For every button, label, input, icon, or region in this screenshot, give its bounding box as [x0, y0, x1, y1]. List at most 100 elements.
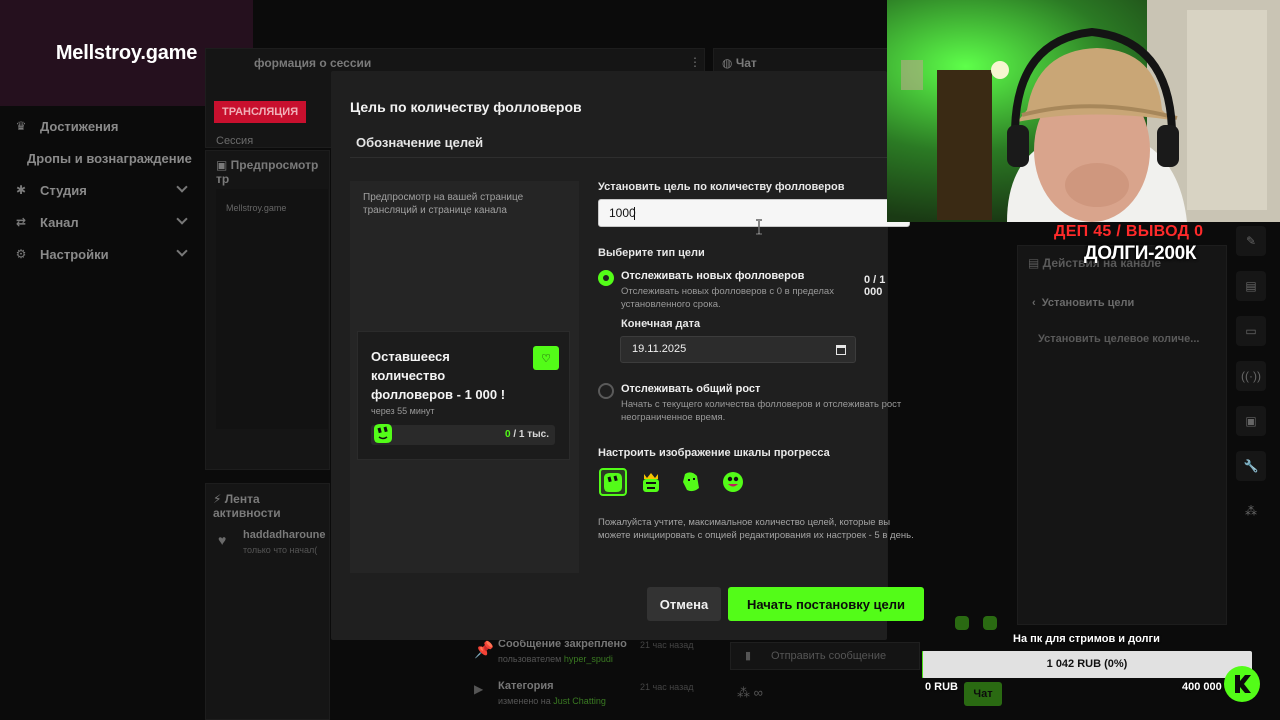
category-title: Категория: [498, 680, 554, 692]
stream-preview: Mellstroy.game: [216, 189, 328, 429]
debts-counter: ДОЛГИ-200К: [1084, 243, 1197, 264]
chat-input[interactable]: ▮ Отправить сообщение: [730, 642, 920, 670]
end-date-value: 19.11.2025: [632, 343, 687, 355]
broadcast-icon[interactable]: ((·)): [1236, 361, 1266, 391]
activity-subtext: только что начал(: [243, 545, 318, 555]
gear-icon: ⚙: [15, 247, 27, 261]
goal-preview: Предпросмотр на вашей странице трансляци…: [350, 181, 579, 573]
set-target-action[interactable]: Установить целевое количе...: [1038, 333, 1199, 345]
chevron-down-icon: [176, 213, 188, 225]
sidebar-item-studio[interactable]: ✱ Студия: [0, 174, 200, 206]
goal-card-count: 0 / 1 тыс.: [504, 429, 549, 440]
radio-track-total[interactable]: [598, 383, 614, 399]
donation-current: 1 042 RUB (0%): [1046, 658, 1128, 670]
mascot-icon: [374, 424, 392, 443]
option-total-desc: Начать с текущего количества фолловеров …: [621, 399, 902, 423]
chat-panel-title: ◍ Чат: [722, 56, 757, 70]
emote-icon[interactable]: ⁂ ∞: [737, 685, 763, 701]
webcam-overlay: [887, 0, 1280, 222]
activity-panel: ⚡ Лента активности ♥ haddadharoune тольк…: [205, 483, 330, 720]
sidebar-item-label: Достижения: [40, 118, 119, 134]
option-total-label[interactable]: Отслеживать общий рост: [621, 383, 760, 395]
webcam-image: [887, 0, 1280, 222]
tongue-mascot-icon: [723, 472, 743, 492]
studio-icon: ✱: [15, 183, 27, 197]
divider: [350, 157, 887, 158]
follower-goal-modal: Цель по количеству фолловеров Обозначени…: [331, 71, 924, 640]
sidebar-item-settings[interactable]: ⚙ Настройки: [0, 238, 200, 270]
goal-card-time: через 55 минут: [371, 406, 435, 416]
follower-ratio: 0 / 1 000: [864, 274, 886, 298]
chat-icon[interactable]: ▭: [1236, 316, 1266, 346]
live-badge: ТРАНСЛЯЦИЯ: [214, 101, 307, 123]
mic-icon: ▮: [745, 650, 752, 662]
activity-username: haddadharoune: [243, 529, 326, 541]
skin-option-1[interactable]: [599, 468, 627, 496]
skin-option-3[interactable]: [677, 468, 705, 496]
edit-icon[interactable]: ✎: [1236, 226, 1266, 256]
camera-icon[interactable]: ▣: [1236, 406, 1266, 436]
deposit-withdraw-counter: ДЕП 45 / ВЫВОД 0: [1054, 223, 1204, 240]
more-icon[interactable]: ⋮: [689, 55, 701, 69]
target-label: Установить цель по количеству фолловеров: [598, 181, 845, 193]
chat-input-placeholder: Отправить сообщение: [771, 650, 887, 662]
emote-shortcut-icon[interactable]: [955, 616, 969, 630]
category-changed: изменено на Just Chatting: [498, 696, 606, 706]
goal-limit-note: Пожалуйста учтите, максимальное количест…: [598, 517, 914, 541]
chevron-down-icon: [176, 181, 188, 193]
sidebar-item-label: Студия: [40, 182, 87, 198]
sidebar-item-achievements[interactable]: ♛ Достижения: [0, 110, 200, 142]
option-new-label[interactable]: Отслеживать новых фолловеров: [621, 270, 804, 282]
mascot-icon: [604, 473, 622, 492]
wrench-icon[interactable]: 🔧: [1236, 451, 1266, 481]
channel-actions-panel: ▤ Действия на канале ‹ Установить цели У…: [1017, 245, 1227, 625]
session-panel-title: формация о сессии: [254, 56, 372, 70]
start-goal-button[interactable]: Начать постановку цели: [728, 587, 924, 621]
sidebar-item-drops[interactable]: Дропы и вознаграждение: [0, 142, 200, 174]
preview-channel-name: Mellstroy.game: [226, 203, 287, 213]
pin-icon: 📌: [474, 642, 494, 659]
text-caret: [634, 207, 635, 220]
sidebar-item-label: Настройки: [40, 246, 109, 262]
skin-option-4[interactable]: [719, 468, 747, 496]
text-cursor-icon: [756, 219, 762, 235]
cancel-button[interactable]: Отмена: [647, 587, 721, 621]
activity-panel-title: ⚡ Лента активности: [213, 492, 281, 520]
kick-logo-icon: [1224, 666, 1260, 702]
skin-label: Настроить изображение шкалы прогресса: [598, 447, 830, 459]
sidebar-item-channel[interactable]: ⇄ Канал: [0, 206, 200, 238]
channel-icon: ⇄: [15, 215, 27, 229]
chat-send-button[interactable]: Чат: [964, 682, 1002, 706]
sidebar-item-label: Дропы и вознаграждение: [27, 150, 192, 166]
notes-icon[interactable]: ▤: [1236, 271, 1266, 301]
category-icon: ▶: [474, 682, 484, 696]
pinned-by: пользователем hyper_spudi: [498, 654, 613, 664]
preview-panel-title: ▣ Предпросмотр тр: [216, 158, 319, 186]
sidebar-item-label: Канал: [40, 214, 79, 230]
goal-type-label: Выберите тип цели: [598, 247, 705, 259]
activity-feed-lower: 📌 Сообщение закреплено пользователем hyp…: [460, 638, 710, 720]
option-new-desc: Отслеживать новых фолловеров с 0 в преде…: [621, 286, 834, 310]
brand-watermark-text: Mellstroy.game: [55, 41, 198, 64]
pinned-time: 21 час назад: [640, 640, 694, 650]
preview-description: Предпросмотр на вашей странице трансляци…: [363, 192, 524, 216]
goal-progress-bar: 0 / 1 тыс.: [371, 424, 555, 445]
share-icon[interactable]: ⁂: [1236, 496, 1266, 526]
end-date-input[interactable]: 19.11.2025: [620, 336, 856, 363]
donation-min: 0 RUB: [925, 681, 959, 693]
leaf-mascot-icon: [683, 472, 699, 492]
stream-preview-panel: ▣ Предпросмотр тр Mellstroy.game: [205, 150, 330, 470]
radio-track-new[interactable]: [598, 270, 614, 286]
modal-subtitle: Обозначение целей: [356, 135, 484, 150]
right-toolbar: ✎ ▤ ▭ ((·)) ▣ 🔧 ⁂: [1236, 226, 1268, 541]
emote-shortcut-icon[interactable]: [983, 616, 997, 630]
trophy-icon: ♛: [15, 119, 27, 133]
session-label: Сессия: [216, 135, 254, 147]
modal-title: Цель по количеству фолловеров: [350, 99, 582, 115]
crown-mascot-icon: [643, 473, 659, 492]
calendar-icon[interactable]: [836, 345, 846, 355]
skin-option-2[interactable]: [637, 468, 665, 496]
back-set-goals[interactable]: ‹ Установить цели: [1032, 297, 1134, 309]
goal-card-title: Оставшееся количество фолловеров - 1 000…: [371, 349, 506, 402]
goal-preview-card: Оставшееся количество фолловеров - 1 000…: [357, 331, 570, 460]
